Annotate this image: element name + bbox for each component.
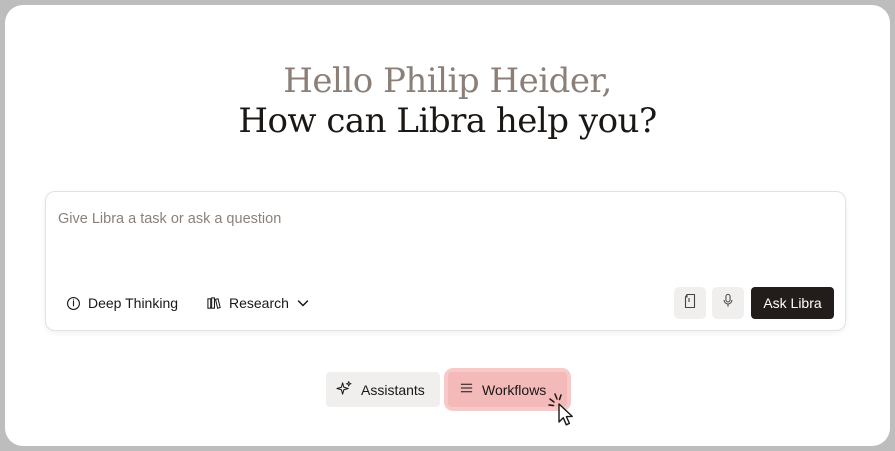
greeting-question: How can Libra help you? [238, 101, 657, 141]
mouse-pointer-icon [545, 389, 581, 429]
microphone-button[interactable] [712, 287, 744, 319]
greeting: Hello Philip Heider, How can Libra help … [5, 61, 890, 141]
sparkles-icon [336, 380, 353, 400]
prompt-composer: Deep Thinking Research [45, 191, 846, 331]
deep-thinking-button[interactable]: Deep Thinking [66, 291, 178, 315]
workflows-label: Workflows [482, 381, 547, 398]
app-window: Hello Philip Heider, How can Libra help … [5, 5, 890, 446]
chevron-down-icon [296, 296, 310, 310]
assistants-chip[interactable]: Assistants [326, 372, 440, 407]
ask-libra-button[interactable]: Ask Libra [751, 287, 834, 319]
deep-thinking-label: Deep Thinking [88, 295, 179, 311]
assistants-label: Assistants [361, 381, 425, 398]
books-icon [206, 296, 222, 311]
research-label: Research [229, 295, 289, 311]
list-icon [459, 381, 474, 398]
research-dropdown[interactable]: Research [206, 291, 310, 315]
document-icon [683, 293, 697, 314]
attach-button[interactable] [674, 287, 706, 319]
microphone-icon [722, 293, 734, 313]
greeting-salutation: Hello Philip Heider, [283, 61, 612, 101]
info-circle-icon [66, 296, 81, 311]
prompt-input[interactable] [58, 206, 828, 232]
